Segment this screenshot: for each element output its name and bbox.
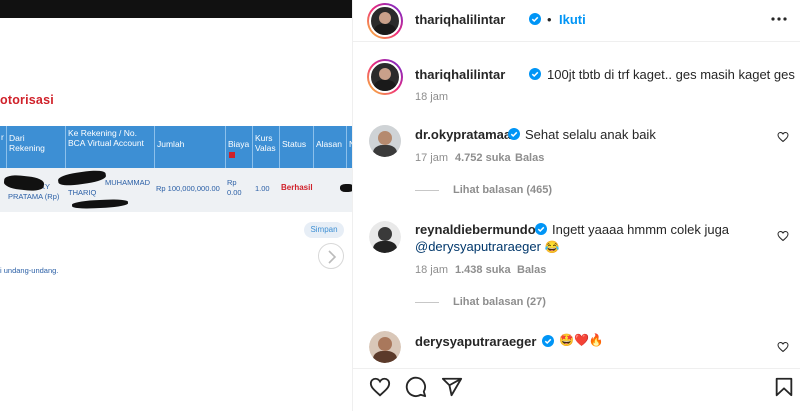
comment-avatar[interactable] — [369, 331, 401, 363]
cell-dari-line2: PRATAMA (Rp) — [8, 192, 60, 201]
author-username[interactable]: thariqhalilintar — [415, 12, 505, 27]
comment-icon[interactable] — [405, 376, 427, 398]
header-kurs: Kurs Valas — [252, 126, 278, 168]
caption-username[interactable]: thariqhalilintar — [415, 67, 505, 82]
comment-text: Sehat selalu anak baik — [525, 127, 656, 142]
reply-button[interactable]: Balas — [517, 264, 546, 276]
header-dari: Dari Rekening — [6, 126, 64, 168]
required-marker — [229, 151, 235, 158]
share-icon[interactable] — [441, 376, 463, 398]
cell-biaya-line1: Rp — [227, 178, 237, 187]
heart-icon[interactable] — [777, 341, 789, 353]
separator-dot: • — [547, 12, 552, 27]
view-replies-link[interactable]: Lihat balasan (27) — [415, 296, 546, 308]
comment-username[interactable]: reynaldiebermundo — [415, 222, 536, 237]
action-bar — [353, 368, 800, 411]
verified-badge-icon — [529, 13, 541, 25]
comment-likes[interactable]: 4.752 suka — [455, 152, 511, 164]
post-panel: thariqhalilintar • Ikuti thariqhalilinta… — [352, 0, 800, 411]
comment-likes[interactable]: 1.438 suka — [455, 264, 511, 276]
header-jumlah: Jumlah — [154, 126, 224, 168]
cell-status: Berhasil — [281, 183, 313, 192]
cell-kurs: 1.00 — [255, 184, 270, 193]
post-image: otorisasi r Dari Rekening Ke Rekening / … — [0, 0, 352, 411]
cell-ke-line1: MUHAMMAD — [105, 178, 150, 187]
footer-note: i undang-undang. — [0, 266, 59, 275]
more-options-icon[interactable] — [771, 17, 787, 21]
cell-biaya-line2: 0.00 — [227, 188, 242, 197]
page-title: otorisasi — [0, 93, 54, 107]
verified-badge-icon — [529, 68, 541, 80]
heart-icon[interactable] — [777, 131, 789, 143]
next-image-button[interactable] — [318, 243, 344, 269]
header-status: Status — [279, 126, 312, 168]
emoji: 😂 — [544, 240, 560, 254]
view-replies-link[interactable]: Lihat balasan (465) — [415, 184, 552, 196]
table-row: / OKY PRATAMA (Rp) MUHAMMAD THARIQ Rp 10… — [0, 168, 352, 212]
comment-avatar[interactable] — [369, 221, 401, 253]
caption-text: 100jt tbtb di trf kaget.. ges masih kage… — [547, 67, 795, 82]
cell-jumlah: Rp 100,000,000.00 — [156, 184, 220, 193]
bookmark-icon[interactable] — [773, 376, 795, 398]
comment-time: 17 jam — [415, 152, 449, 164]
follow-button[interactable]: Ikuti — [559, 12, 586, 27]
header-biaya: Biaya — [225, 126, 251, 168]
caption-avatar[interactable] — [367, 59, 403, 95]
image-top-bar — [0, 0, 352, 18]
mention-link[interactable]: @derysyaputraraeger — [415, 239, 541, 254]
verified-badge-icon — [535, 223, 547, 235]
comment-mention-line: @derysyaputraraeger 😂 — [415, 239, 560, 254]
reply-button[interactable]: Balas — [515, 152, 544, 164]
comment-time: 18 jam — [415, 264, 449, 276]
table-header: r Dari Rekening Ke Rekening / No. BCA Vi… — [0, 126, 352, 168]
author-avatar[interactable] — [367, 3, 403, 39]
comment-text: Ingett yaaaa hmmm colek juga — [552, 222, 730, 237]
heart-icon[interactable] — [369, 376, 391, 398]
redaction-mark — [340, 184, 352, 192]
caption-time: 18 jam — [415, 91, 449, 103]
save-button: Simpan — [304, 222, 344, 238]
verified-badge-icon — [542, 335, 554, 347]
comment-username[interactable]: dr.okypratamaa — [415, 127, 511, 142]
header-ke: Ke Rekening / No. BCA Virtual Account — [65, 126, 153, 168]
verified-badge-icon — [508, 128, 520, 140]
comment-text: 🤩❤️🔥 — [559, 333, 604, 347]
chevron-right-icon — [328, 250, 337, 264]
heart-icon[interactable] — [777, 230, 789, 242]
post-header: thariqhalilintar • Ikuti — [353, 0, 800, 42]
cell-ke-line2: THARIQ — [68, 188, 97, 197]
comment-avatar[interactable] — [369, 125, 401, 157]
comment-username[interactable]: derysyaputraraeger — [415, 334, 536, 349]
header-alasan: Alasan — [313, 126, 346, 168]
